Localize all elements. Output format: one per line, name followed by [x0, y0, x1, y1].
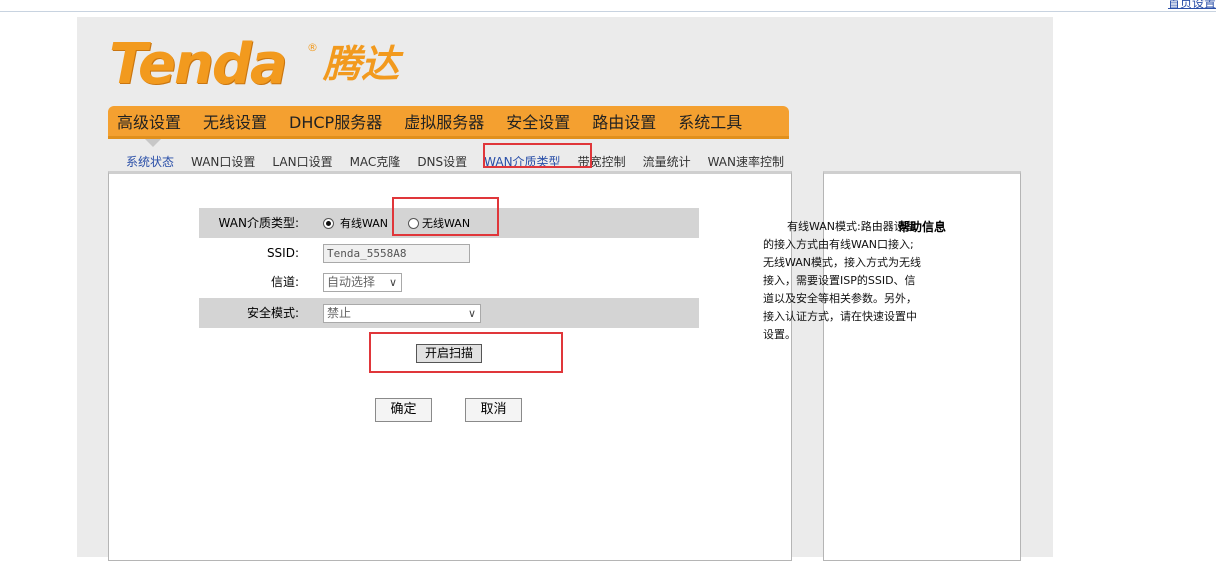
ssid-row: SSID: Tenda_5558A8	[199, 238, 699, 268]
channel-select-value: 自动选择	[327, 274, 376, 289]
wan-type-label: WAN介质类型:	[218, 216, 299, 230]
highlight-wan-medium-tab	[483, 143, 592, 168]
security-label: 安全模式:	[246, 306, 299, 320]
security-row: 安全模式: 禁止 ∨	[199, 298, 699, 328]
sub-nav: 系统状态 WAN口设置 LAN口设置 MAC克隆 DNS设置 WAN介质类型 带…	[126, 151, 801, 171]
subnav-system-status[interactable]: 系统状态	[126, 153, 174, 170]
subnav-wan-rate-control[interactable]: WAN速率控制	[708, 153, 784, 170]
security-select[interactable]: 禁止 ∨	[323, 303, 481, 323]
nav-security-settings[interactable]: 安全设置	[506, 109, 570, 133]
subnav-lan-settings[interactable]: LAN口设置	[272, 153, 332, 170]
subnav-traffic-stats[interactable]: 流量统计	[643, 153, 691, 170]
subnav-wan-settings[interactable]: WAN口设置	[191, 153, 255, 170]
chevron-down-icon: ∨	[467, 306, 476, 320]
wired-wan-radio[interactable]	[323, 217, 334, 229]
highlight-scan-button	[369, 332, 563, 373]
help-text: 有线WAN模式:路由器设备的接入方式由有线WAN口接入;无线WAN模式，接入方式…	[763, 220, 922, 341]
ssid-label: SSID:	[266, 246, 299, 260]
subnav-dns-settings[interactable]: DNS设置	[417, 153, 467, 170]
wired-wan-label: 有线WAN	[340, 217, 389, 230]
main-nav: 高级设置 无线设置 DHCP服务器 虚拟服务器 安全设置 路由设置 系统工具	[108, 106, 789, 139]
subnav-mac-clone[interactable]: MAC克隆	[350, 153, 401, 170]
logo-registered-mark: ®	[307, 41, 318, 54]
security-select-value: 禁止	[327, 305, 352, 320]
ok-button[interactable]: 确定	[375, 398, 432, 422]
logo-chinese: 腾达	[323, 42, 400, 86]
nav-virtual-server[interactable]: 虚拟服务器	[404, 109, 484, 133]
nav-wireless-settings[interactable]: 无线设置	[203, 109, 267, 133]
nav-pointer-icon	[145, 139, 161, 147]
nav-system-tools[interactable]: 系统工具	[678, 109, 742, 133]
nav-dhcp-server[interactable]: DHCP服务器	[289, 109, 382, 133]
chevron-down-icon: ∨	[388, 275, 397, 289]
channel-select[interactable]: 自动选择 ∨	[323, 272, 402, 292]
nav-advanced-settings[interactable]: 高级设置	[117, 109, 181, 133]
top-divider	[0, 11, 1216, 12]
channel-row: 信道: 自动选择 ∨	[199, 267, 699, 297]
home-settings-link[interactable]: 首页设置	[1168, 0, 1216, 11]
cancel-button[interactable]: 取消	[465, 398, 522, 422]
logo-brand: Tenda	[109, 32, 288, 97]
highlight-wireless-wan	[392, 197, 499, 236]
channel-label: 信道:	[270, 275, 299, 289]
nav-routing-settings[interactable]: 路由设置	[592, 109, 656, 133]
ssid-field[interactable]: Tenda_5558A8	[323, 243, 470, 263]
